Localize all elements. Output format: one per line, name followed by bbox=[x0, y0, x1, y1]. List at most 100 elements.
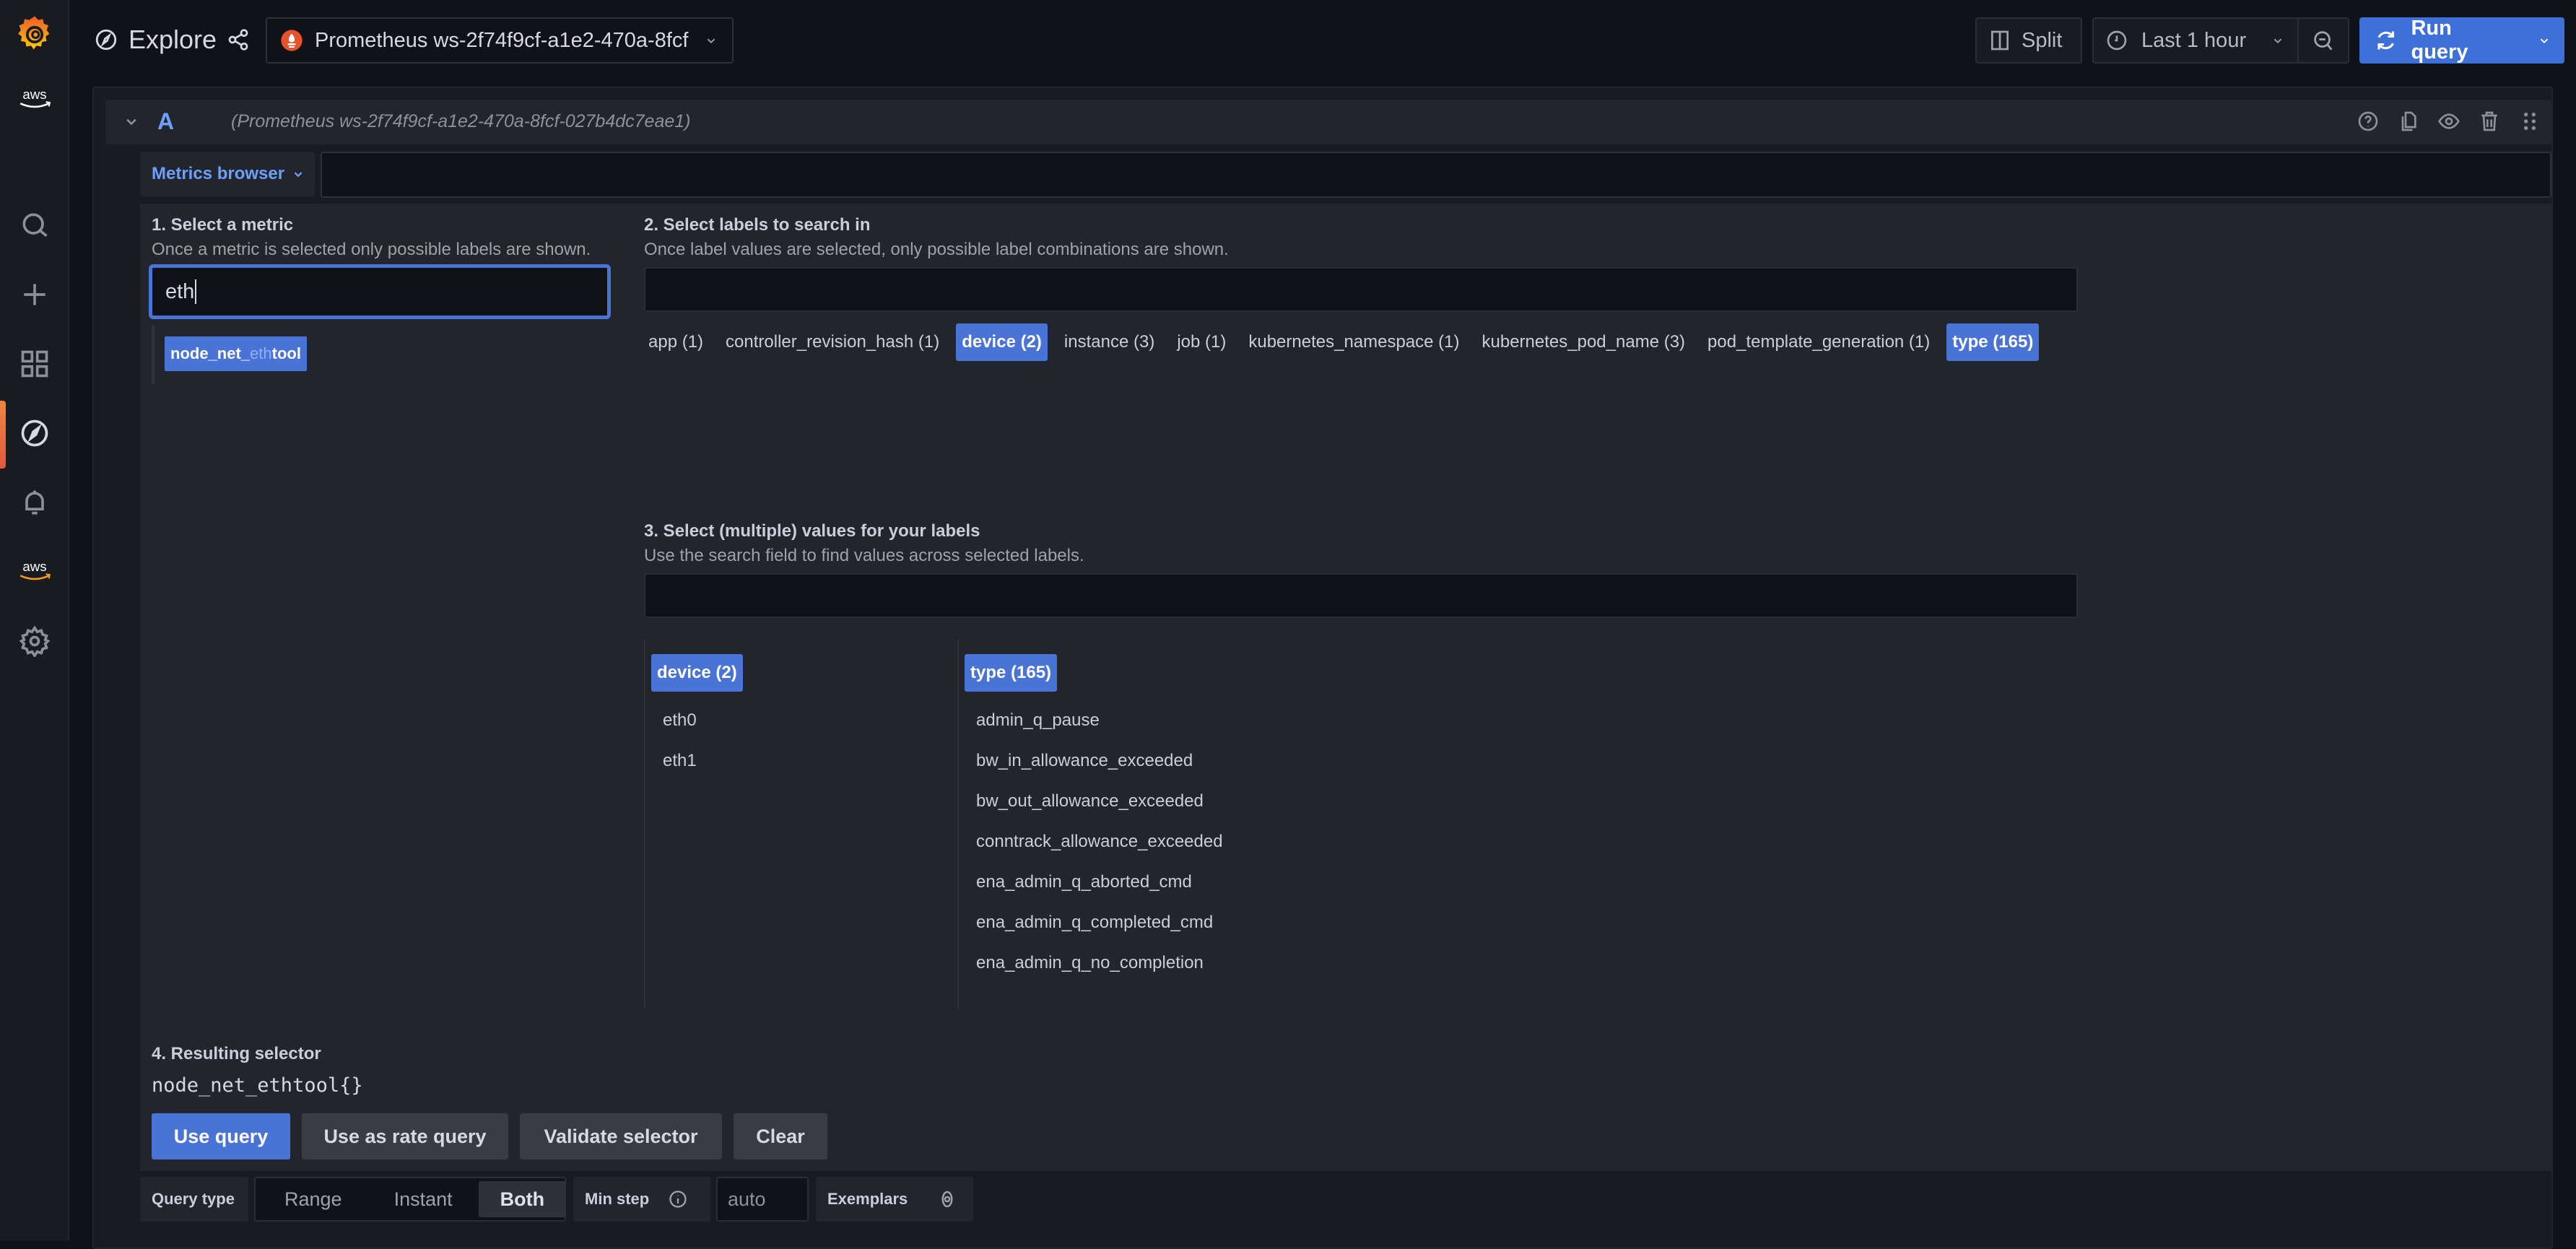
value-column-type: type (165) admin_q_pause bw_in_allowance… bbox=[957, 640, 1391, 1009]
grafana-logo-icon[interactable] bbox=[14, 13, 55, 56]
exemplars-label: Exemplars bbox=[827, 1190, 908, 1208]
run-query-options-button[interactable] bbox=[2526, 19, 2563, 62]
value-search-input[interactable] bbox=[644, 573, 2078, 618]
page-title-area: Explore bbox=[94, 17, 250, 62]
plus-icon[interactable] bbox=[17, 277, 52, 312]
split-button[interactable]: Split bbox=[1975, 17, 2082, 64]
collapse-chevron-icon[interactable] bbox=[121, 111, 142, 135]
label-chip-app[interactable]: app (1) bbox=[643, 323, 709, 361]
min-step-label-box: Min step bbox=[573, 1177, 710, 1222]
min-step-input[interactable]: auto bbox=[716, 1177, 809, 1222]
run-query-button[interactable]: Run query bbox=[2361, 17, 2526, 64]
share-icon[interactable] bbox=[227, 28, 250, 51]
value-column-header: type (165) bbox=[965, 654, 1058, 692]
compass-icon bbox=[94, 27, 118, 52]
value-item[interactable]: ena_admin_q_completed_cmd bbox=[976, 913, 1213, 933]
label-chip-type[interactable]: type (165) bbox=[1946, 323, 2040, 361]
step1-title: 1. Select a metric bbox=[152, 215, 294, 235]
time-range-picker[interactable]: Last 1 hour bbox=[2094, 19, 2299, 62]
metrics-browser: 1. Select a metric Once a metric is sele… bbox=[140, 204, 2551, 1171]
metric-option[interactable]: node_net_ eth tool bbox=[165, 336, 307, 371]
eye-icon[interactable] bbox=[2437, 108, 2460, 138]
use-query-button[interactable]: Use query bbox=[152, 1113, 290, 1159]
datasource-picker[interactable]: Prometheus ws-2f74f9cf-a1e2-470a-8fcf bbox=[266, 17, 734, 64]
query-type-radio-group: Range Instant Both bbox=[254, 1177, 567, 1222]
drag-handle-icon[interactable] bbox=[2518, 108, 2541, 138]
query-type-both[interactable]: Both bbox=[478, 1181, 567, 1217]
chevron-down-icon bbox=[2541, 38, 2549, 44]
value-item[interactable]: ena_admin_q_aborted_cmd bbox=[976, 872, 1192, 892]
query-type-range[interactable]: Range bbox=[258, 1181, 368, 1217]
query-type-label: Query type bbox=[140, 1177, 248, 1222]
help-icon[interactable] bbox=[2357, 108, 2380, 138]
query-ref-id[interactable]: A bbox=[157, 108, 174, 135]
gear-icon[interactable] bbox=[17, 624, 52, 658]
label-chip-device[interactable]: device (2) bbox=[956, 323, 1048, 361]
aws-logo-icon[interactable]: aws bbox=[14, 553, 55, 588]
label-list: app (1) controller_revision_hash (1) dev… bbox=[643, 323, 2040, 361]
run-query-group: Run query bbox=[2359, 17, 2564, 64]
exemplars-toggle[interactable]: Exemplars bbox=[816, 1177, 973, 1222]
top-bar: Explore Prometheus ws-2f74f9cf-a1e2-470a… bbox=[69, 0, 2576, 79]
query-row-header: A (Prometheus ws-2f74f9cf-a1e2-470a-8fcf… bbox=[105, 100, 2551, 144]
trash-icon[interactable] bbox=[2478, 108, 2501, 138]
search-icon[interactable] bbox=[17, 208, 52, 243]
active-indicator bbox=[0, 401, 6, 469]
bell-icon[interactable] bbox=[17, 485, 52, 520]
metric-option-suffix: tool bbox=[271, 344, 301, 362]
step3-description: Use the search field to find values acro… bbox=[644, 546, 1084, 565]
value-item[interactable]: bw_out_allowance_exceeded bbox=[976, 791, 1204, 811]
metric-search-value: eth bbox=[165, 279, 195, 303]
sidebar: aws aws bbox=[0, 0, 69, 1240]
label-chip-instance[interactable]: instance (3) bbox=[1058, 323, 1160, 361]
step3-title: 3. Select (multiple) values for your lab… bbox=[644, 521, 980, 541]
value-item[interactable]: eth0 bbox=[663, 710, 697, 731]
value-item[interactable]: bw_in_allowance_exceeded bbox=[976, 751, 1193, 771]
clock-icon bbox=[2107, 30, 2127, 51]
chevron-down-icon bbox=[703, 32, 719, 48]
step1-description: Once a metric is selected only possible … bbox=[152, 240, 591, 259]
compass-icon[interactable] bbox=[17, 416, 52, 451]
min-step-label: Min step bbox=[585, 1190, 650, 1208]
step4-title: 4. Resulting selector bbox=[152, 1044, 321, 1063]
clear-button[interactable]: Clear bbox=[734, 1113, 827, 1159]
text-caret bbox=[195, 279, 197, 304]
datasource-name: Prometheus ws-2f74f9cf-a1e2-470a-8fcf bbox=[315, 28, 689, 52]
value-item[interactable]: eth1 bbox=[663, 751, 697, 771]
label-chip-job[interactable]: job (1) bbox=[1171, 323, 1232, 361]
promql-query-input[interactable] bbox=[321, 152, 2551, 198]
value-item[interactable]: conntrack_allowance_exceeded bbox=[976, 832, 1223, 852]
split-icon bbox=[1991, 30, 2009, 51]
run-query-label: Run query bbox=[2411, 17, 2468, 64]
duplicate-query-icon[interactable] bbox=[2397, 108, 2420, 138]
validate-selector-button[interactable]: Validate selector bbox=[520, 1113, 722, 1159]
aws-logo-text: aws bbox=[22, 87, 46, 102]
split-label: Split bbox=[2022, 28, 2063, 52]
metric-list-divider bbox=[152, 325, 155, 384]
eye-icon bbox=[941, 1191, 953, 1208]
metrics-browser-toggle[interactable]: Metrics browser bbox=[140, 152, 315, 196]
zoom-out-icon bbox=[2314, 31, 2333, 51]
value-item[interactable]: admin_q_pause bbox=[976, 710, 1100, 731]
value-column-header: device (2) bbox=[651, 654, 743, 692]
zoom-out-button[interactable] bbox=[2299, 19, 2348, 62]
info-icon[interactable] bbox=[668, 1189, 688, 1209]
metric-search-input[interactable]: eth bbox=[149, 264, 611, 319]
time-range-group: Last 1 hour bbox=[2092, 17, 2349, 64]
dashboards-grid-icon[interactable] bbox=[17, 347, 52, 381]
label-search-input[interactable] bbox=[644, 267, 2078, 312]
resulting-selector: node_net_ethtool{} bbox=[152, 1074, 363, 1097]
page-title: Explore bbox=[129, 25, 217, 54]
aws-logo-icon[interactable]: aws bbox=[14, 81, 55, 116]
chevron-down-icon bbox=[294, 172, 303, 178]
label-chip-pod-template-generation[interactable]: pod_template_generation (1) bbox=[1702, 323, 1936, 361]
chevron-down-icon bbox=[2273, 38, 2282, 44]
label-chip-kubernetes-namespace[interactable]: kubernetes_namespace (1) bbox=[1243, 323, 1465, 361]
label-chip-controller-revision-hash[interactable]: controller_revision_hash (1) bbox=[720, 323, 945, 361]
label-chip-kubernetes-pod-name[interactable]: kubernetes_pod_name (3) bbox=[1476, 323, 1692, 361]
query-datasource-label: (Prometheus ws-2f74f9cf-a1e2-470a-8fcf-0… bbox=[231, 111, 691, 131]
value-item[interactable]: ena_admin_q_no_completion bbox=[976, 953, 1204, 973]
query-type-instant[interactable]: Instant bbox=[368, 1181, 479, 1217]
use-as-rate-query-button[interactable]: Use as rate query bbox=[302, 1113, 508, 1159]
metric-option-match: eth bbox=[250, 344, 272, 362]
